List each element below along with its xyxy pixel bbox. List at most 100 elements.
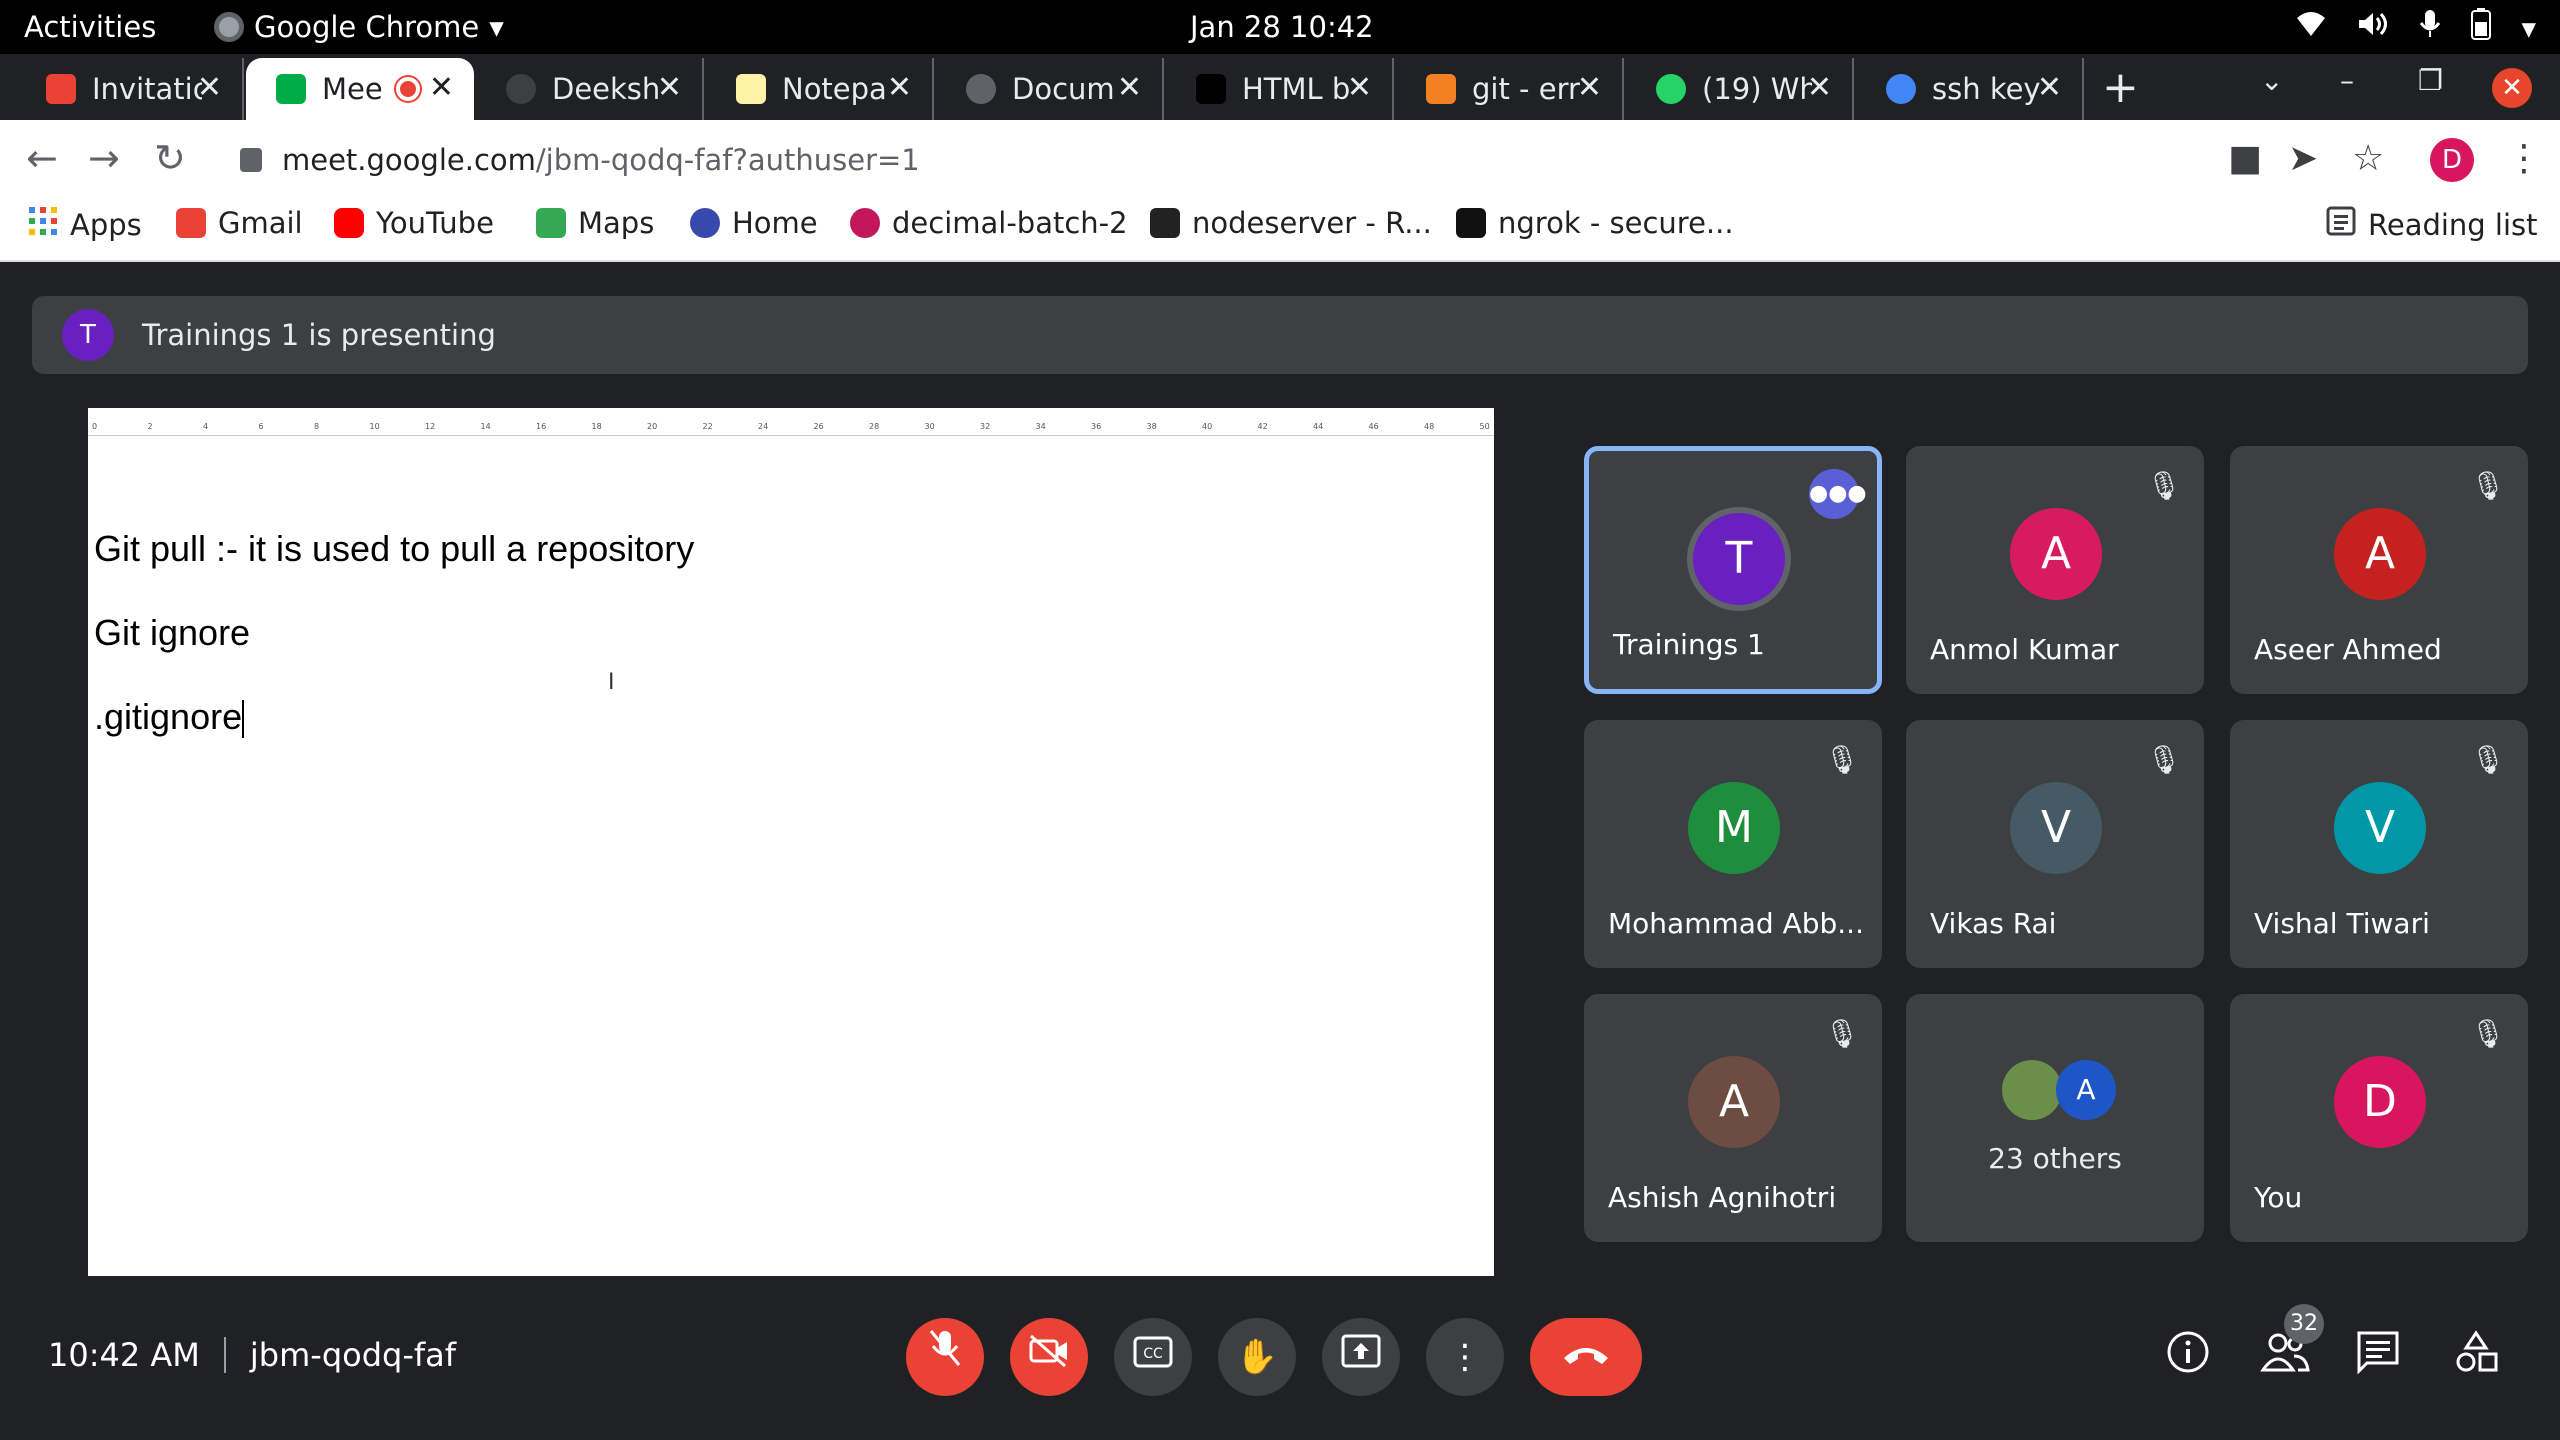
participant-avatar: M: [1688, 782, 1780, 874]
bookmark-label: Apps: [70, 207, 142, 242]
recording-icon: [396, 77, 420, 101]
close-icon[interactable]: ✕: [1807, 70, 1832, 105]
more-vert-icon[interactable]: ⋮: [2506, 138, 2542, 179]
tab-label: Deeksh: [552, 72, 661, 106]
close-icon[interactable]: ✕: [1117, 70, 1142, 105]
presenter-avatar: T: [62, 309, 114, 361]
raise-hand-button[interactable]: ✋: [1218, 1318, 1296, 1396]
bookmark-ngrok[interactable]: ngrok - secure...: [1456, 206, 1734, 240]
close-icon[interactable]: ✕: [887, 70, 912, 105]
others-tile[interactable]: A 23 others: [1906, 994, 2204, 1242]
participant-tile[interactable]: V 🎙︎ Vishal Tiwari: [2230, 720, 2528, 968]
bookmark-label: Home: [732, 206, 818, 240]
window-close-button[interactable]: ✕: [2492, 68, 2532, 108]
camera-icon[interactable]: ■: [2228, 138, 2262, 179]
star-icon[interactable]: ☆: [2352, 138, 2384, 179]
text-caret: [242, 700, 245, 739]
new-tab-button[interactable]: +: [2102, 62, 2139, 113]
tab-label: git - err: [1472, 72, 1580, 106]
ruler-tick-label: 0: [92, 422, 98, 431]
tab-meet[interactable]: Mee ✕: [246, 58, 474, 120]
more-options-button[interactable]: ⋮: [1426, 1318, 1504, 1396]
participant-tile[interactable]: T ●●● Trainings 1: [1584, 446, 1882, 694]
ruler-tick-label: 2: [147, 422, 153, 431]
info-button[interactable]: [2166, 1330, 2210, 1384]
ruler-tick-label: 6: [258, 422, 264, 431]
bookmark-apps[interactable]: Apps: [28, 206, 142, 243]
close-icon[interactable]: ✕: [657, 70, 682, 105]
camera-toggle-button[interactable]: [1010, 1318, 1088, 1396]
tab-whatsapp[interactable]: (19) Wh ✕: [1626, 58, 1854, 120]
presenting-banner: T Trainings 1 is presenting: [32, 296, 2528, 374]
lock-icon[interactable]: [240, 148, 262, 172]
participant-name: Ashish Agnihotri: [1608, 1181, 1837, 1214]
globe-icon: [966, 74, 996, 104]
self-tile[interactable]: D 🎙︎ You: [2230, 994, 2528, 1242]
chevron-down-icon: ▾: [2521, 10, 2536, 45]
tab-stackoverflow[interactable]: git - err ✕: [1396, 58, 1624, 120]
tab-document[interactable]: Docum ✕: [936, 58, 1164, 120]
volume-icon: [2357, 10, 2389, 45]
meet-icon: [276, 74, 306, 104]
participant-avatar: A: [2056, 1060, 2116, 1120]
close-icon[interactable]: ✕: [197, 70, 222, 105]
reading-list-button[interactable]: Reading list: [2326, 206, 2538, 243]
bookmark-maps[interactable]: Maps: [536, 206, 654, 240]
system-clock[interactable]: Jan 28 10:42: [1190, 10, 1374, 44]
close-icon[interactable]: ✕: [2037, 70, 2062, 105]
participant-photo-avatar: [2002, 1060, 2062, 1120]
shared-screen[interactable]: 0 2 4 6 8 10 12 14 16 18 20 22 24 26 28 30 32 34 36 38 40 42 4…: [88, 408, 1494, 1276]
participant-avatar: V: [2010, 782, 2102, 874]
chat-button[interactable]: [2356, 1330, 2400, 1384]
bookmark-decimal-batch[interactable]: decimal-batch-2: [850, 206, 1128, 240]
bookmark-nodeserver[interactable]: nodeserver - R...: [1150, 206, 1432, 240]
ruler-tick-label: 30: [924, 422, 935, 431]
close-icon[interactable]: ✕: [1347, 70, 1372, 105]
tab-search-button[interactable]: ⌄: [2260, 64, 2283, 97]
tab-notepad[interactable]: Notepa ✕: [706, 58, 934, 120]
tab-google-search[interactable]: ssh key ✕: [1856, 58, 2084, 120]
tab-label: (19) Wh: [1702, 72, 1812, 106]
system-tray[interactable]: ▾: [2295, 8, 2536, 47]
participant-tile[interactable]: A 🎙︎ Aseer Ahmed: [2230, 446, 2528, 694]
bookmark-youtube[interactable]: YouTube: [334, 206, 494, 240]
participant-tile[interactable]: M 🎙︎ Mohammad Abb...: [1584, 720, 1882, 968]
hand-icon: ✋: [1235, 1337, 1279, 1377]
minimize-button[interactable]: –: [2340, 64, 2354, 97]
participant-tile[interactable]: A 🎙︎ Ashish Agnihotri: [1584, 994, 1882, 1242]
reload-icon[interactable]: ↻: [154, 136, 186, 180]
apps-grid-icon: [28, 206, 58, 243]
participant-tile[interactable]: A 🎙︎ Anmol Kumar: [1906, 446, 2204, 694]
tab-html[interactable]: HTML b ✕: [1166, 58, 1394, 120]
app-menu[interactable]: Google Chrome ▾: [214, 10, 504, 44]
activities-button[interactable]: [2454, 1330, 2498, 1384]
call-end-icon: [1564, 1348, 1608, 1364]
bookmark-label: decimal-batch-2: [892, 206, 1128, 240]
forward-icon[interactable]: →: [88, 136, 120, 180]
close-icon[interactable]: ✕: [1577, 70, 1602, 105]
activities-button[interactable]: Activities: [24, 10, 156, 44]
bookmark-gmail[interactable]: Gmail: [176, 206, 303, 240]
tab-label: Mee: [322, 72, 383, 106]
send-icon[interactable]: ➤: [2288, 138, 2318, 179]
profile-avatar[interactable]: D: [2430, 138, 2474, 182]
participant-name: Vishal Tiwari: [2254, 907, 2430, 940]
tab-github[interactable]: Deeksh ✕: [476, 58, 704, 120]
url-path: /jbm-qodq-faf?authuser=1: [535, 143, 920, 177]
restore-button[interactable]: ❐: [2418, 64, 2443, 97]
captions-button[interactable]: CC: [1114, 1318, 1192, 1396]
bookmark-home[interactable]: Home: [690, 206, 818, 240]
participant-tile[interactable]: V 🎙︎ Vikas Rai: [1906, 720, 2204, 968]
meet-stage: T Trainings 1 is presenting 0 2 4 6 8 10 12 14 1…: [0, 262, 2560, 1440]
present-now-button[interactable]: [1322, 1318, 1400, 1396]
tab-label: Invitatio: [92, 72, 202, 106]
leave-call-button[interactable]: [1530, 1318, 1642, 1396]
meeting-code: jbm-qodq-faf: [249, 1336, 457, 1374]
close-icon[interactable]: ✕: [429, 70, 454, 105]
stackoverflow-icon: [1426, 74, 1456, 104]
ruler-tick-label: 22: [702, 422, 713, 431]
address-bar[interactable]: meet.google.com/jbm-qodq-faf?authuser=1: [218, 130, 2218, 190]
mic-toggle-button[interactable]: [906, 1318, 984, 1396]
back-icon[interactable]: ←: [26, 136, 58, 180]
tab-gmail[interactable]: Invitatio ✕: [16, 58, 244, 120]
